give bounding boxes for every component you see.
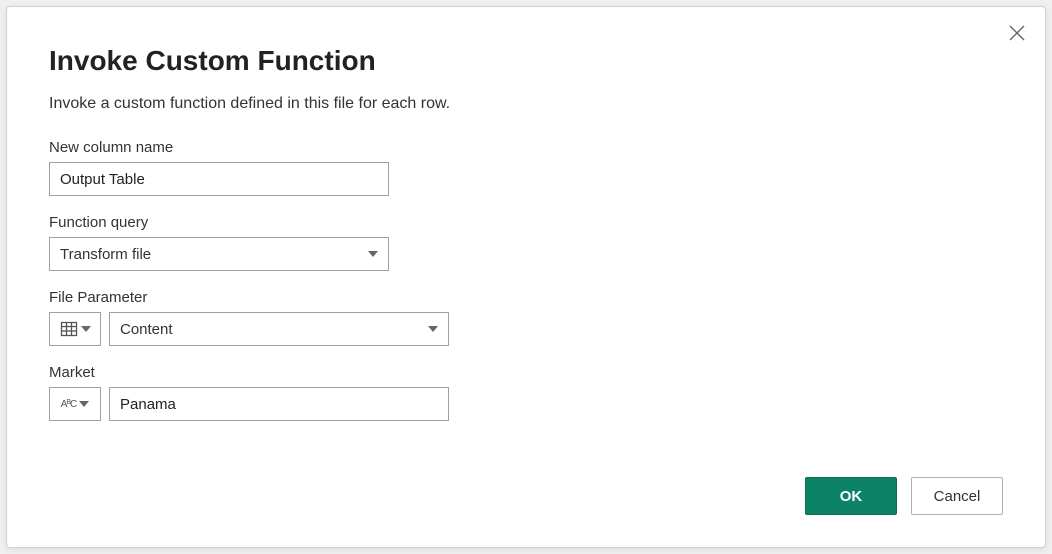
chevron-down-icon: [368, 251, 378, 257]
field-new-column-name: New column name: [49, 139, 1003, 196]
function-query-label: Function query: [49, 214, 1003, 231]
field-file-parameter: File Parameter Content: [49, 289, 1003, 346]
file-parameter-value: Content: [120, 321, 173, 338]
chevron-down-icon: [79, 401, 89, 407]
field-function-query: Function query Transform file: [49, 214, 1003, 271]
cancel-button[interactable]: Cancel: [911, 477, 1003, 515]
ok-button[interactable]: OK: [805, 477, 897, 515]
file-parameter-dropdown[interactable]: Content: [109, 312, 449, 346]
market-type-picker[interactable]: ABC: [49, 387, 101, 421]
market-input[interactable]: [109, 387, 449, 421]
close-icon: [1008, 24, 1026, 42]
chevron-down-icon: [81, 326, 91, 332]
invoke-custom-function-dialog: Invoke Custom Function Invoke a custom f…: [6, 6, 1046, 548]
dialog-button-row: OK Cancel: [805, 477, 1003, 515]
file-parameter-type-picker[interactable]: [49, 312, 101, 346]
chevron-down-icon: [428, 326, 438, 332]
dialog-title: Invoke Custom Function: [49, 45, 1003, 77]
function-query-value: Transform file: [60, 246, 151, 263]
close-button[interactable]: [1005, 21, 1029, 45]
new-column-name-label: New column name: [49, 139, 1003, 156]
new-column-name-input[interactable]: [49, 162, 389, 196]
field-market: Market ABC: [49, 364, 1003, 421]
text-abc-icon: ABC: [61, 399, 77, 410]
function-query-dropdown[interactable]: Transform file: [49, 237, 389, 271]
market-label: Market: [49, 364, 1003, 381]
dialog-description: Invoke a custom function defined in this…: [49, 95, 1003, 113]
table-icon: [60, 320, 78, 338]
file-parameter-label: File Parameter: [49, 289, 1003, 306]
